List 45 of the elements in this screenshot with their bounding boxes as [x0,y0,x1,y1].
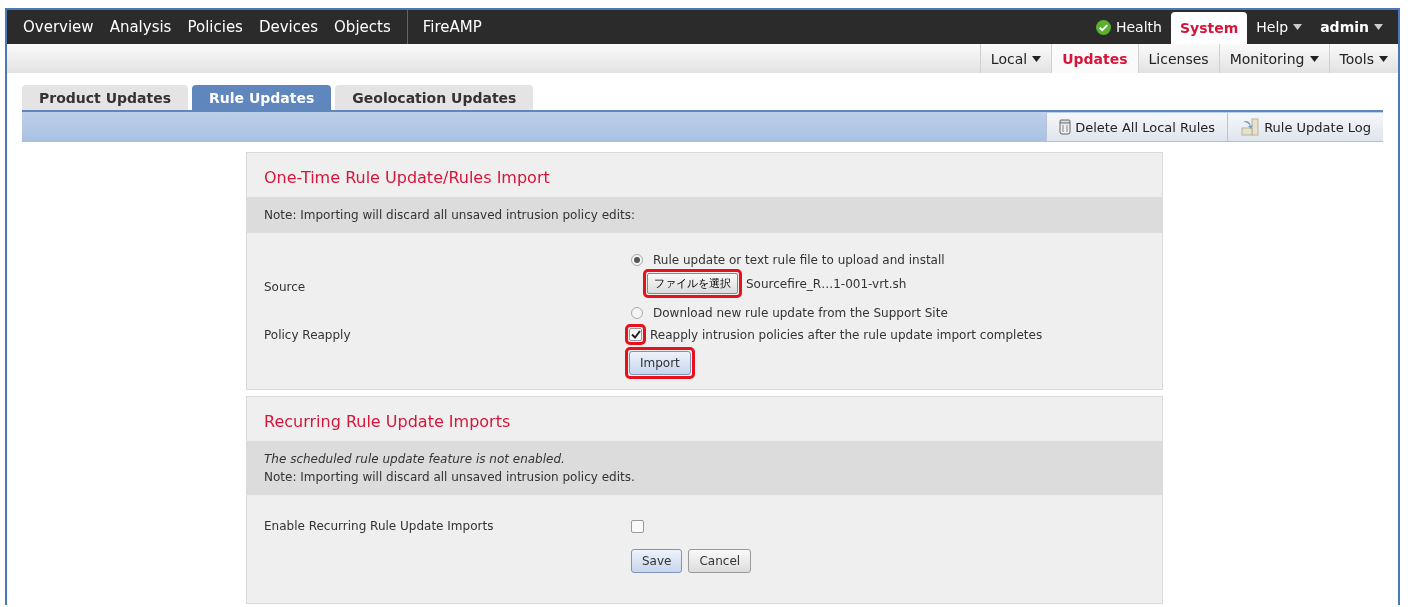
file-name: Sourcefire_R…1-001-vrt.sh [746,276,907,291]
tab[interactable]: Rule Updates [192,85,332,110]
field-label: Policy Reapply [264,327,352,342]
nav-item[interactable]: System [1170,12,1248,44]
nav-item[interactable]: Devices [250,10,327,44]
arrow-blocks-icon [1240,118,1261,136]
trash-can-icon [1059,119,1072,135]
choose-file-button[interactable]: ファイルを選択 [647,273,738,294]
caret-icon [1293,24,1303,30]
import-button[interactable]: Import [629,351,691,375]
sub-nav-item[interactable]: Updates [1051,44,1138,73]
caret-icon [1374,24,1383,30]
sub-nav-item[interactable]: Tools [1328,44,1398,73]
nav-item[interactable]: admin [1311,10,1392,44]
nav-item[interactable]: Analysis [101,10,180,44]
option-label: Download new rule update from the Support Site [653,306,948,320]
field-label: Source [264,279,307,294]
nav-item[interactable]: Health [1086,10,1171,44]
note-text: Note: Importing will discard all unsaved intrusion policy edits: [264,208,636,222]
nav-item[interactable]: Policies [179,10,251,44]
tab[interactable]: Geolocation Updates [335,85,534,110]
nav-item[interactable]: Objects [326,10,399,44]
radio-button[interactable] [631,254,643,266]
tab[interactable]: Product Updates [22,85,188,110]
cancel-button[interactable]: Cancel [688,549,752,573]
panel-title: Recurring Rule Update Imports [263,411,512,433]
note-text: The scheduled rule update feature is not enabled. [264,452,566,466]
sub-nav-item[interactable]: Monitoring [1218,44,1329,73]
check-circle-icon [1095,19,1111,35]
field-label: Enable Recurring Rule Update Imports [264,519,495,533]
checkbox-label: Reapply intrusion policies after the rule update import completes [650,327,1043,342]
toolbar-button[interactable]: Rule Update Log [1227,113,1383,141]
nav-item[interactable]: Overview [15,10,102,44]
option-label: Rule update or text rule file to upload and install [653,253,945,267]
toolbar-button[interactable]: Delete All Local Rules [1046,113,1228,141]
checkbox[interactable] [631,519,644,533]
save-button[interactable]: Save [631,549,683,573]
caret-icon [1032,55,1042,62]
sub-nav-item[interactable]: Licenses [1137,44,1219,73]
note-text: Note: Importing will discard all unsaved intrusion policy edits. [264,470,636,484]
radio-button[interactable] [631,307,643,319]
nav-item[interactable]: Help [1247,10,1312,44]
caret-icon [1379,55,1388,62]
caret-icon [1309,55,1319,62]
panel-title: One-Time Rule Update/Rules Import [263,167,551,189]
